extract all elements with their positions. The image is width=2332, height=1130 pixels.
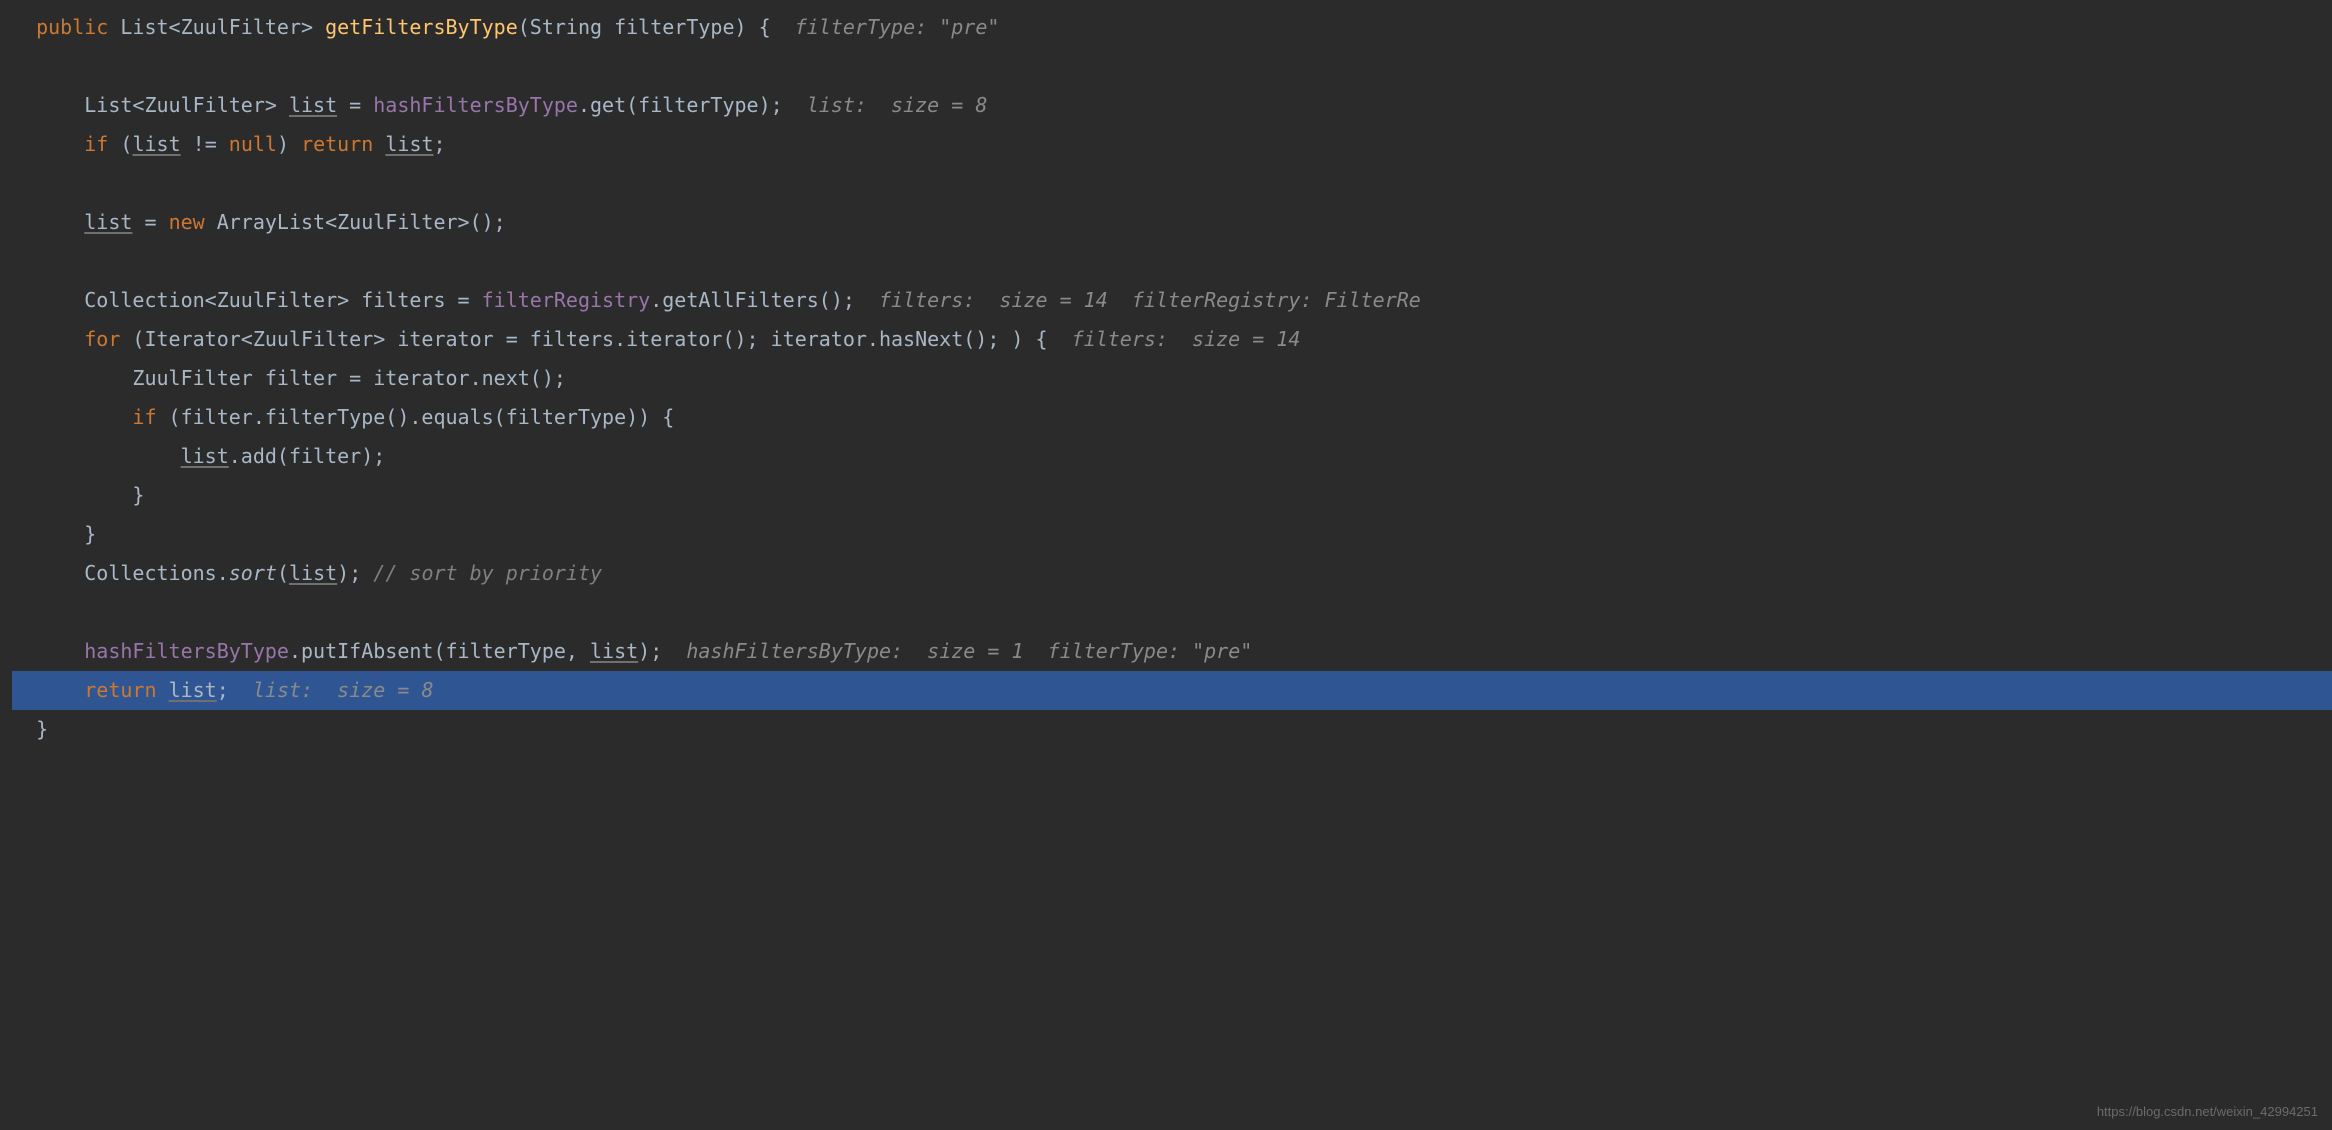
- code-text: [36, 632, 84, 671]
- variable: list: [590, 632, 638, 671]
- code-text: (String filterType) {: [518, 8, 771, 47]
- code-text: [36, 671, 84, 710]
- code-text: [36, 476, 132, 515]
- code-text: ;: [434, 125, 446, 164]
- variable: list: [289, 86, 337, 125]
- code-line[interactable]: }: [12, 515, 2332, 554]
- variable: list: [385, 125, 433, 164]
- code-line-empty[interactable]: [12, 593, 2332, 632]
- variable: list: [169, 671, 217, 710]
- keyword-null: null: [229, 125, 277, 164]
- keyword-new: new: [169, 203, 205, 242]
- variable: list: [289, 554, 337, 593]
- code-line[interactable]: public List<ZuulFilter> getFiltersByType…: [12, 8, 2332, 47]
- code-line[interactable]: }: [12, 476, 2332, 515]
- code-text: }: [132, 476, 144, 515]
- code-text: );: [638, 632, 662, 671]
- code-text: [36, 359, 132, 398]
- code-text: List<ZuulFilter>: [108, 8, 325, 47]
- inline-hint: list: size = 8: [229, 671, 434, 710]
- code-text: [36, 398, 132, 437]
- code-line[interactable]: }: [12, 710, 2332, 749]
- code-text: Collections.: [84, 554, 229, 593]
- inline-hint: filterType: "pre": [771, 8, 1000, 47]
- variable: list: [132, 125, 180, 164]
- code-text: .add(filter);: [229, 437, 386, 476]
- field-ref: hashFiltersByType: [373, 86, 578, 125]
- code-text: [157, 671, 169, 710]
- code-editor[interactable]: public List<ZuulFilter> getFiltersByType…: [0, 0, 2332, 749]
- code-text: .get(filterType);: [578, 86, 783, 125]
- code-line-highlighted[interactable]: return list; list: size = 8: [12, 671, 2332, 710]
- code-line[interactable]: List<ZuulFilter> list = hashFiltersByTyp…: [12, 86, 2332, 125]
- keyword-if: if: [84, 125, 108, 164]
- code-text: .putIfAbsent(filterType,: [289, 632, 590, 671]
- code-text: (filter.filterType().equals(filterType))…: [157, 398, 675, 437]
- keyword-return: return: [84, 671, 156, 710]
- code-text: .getAllFilters();: [650, 281, 855, 320]
- code-text: (: [277, 554, 289, 593]
- keyword-if: if: [132, 398, 156, 437]
- code-line[interactable]: for (Iterator<ZuulFilter> iterator = fil…: [12, 320, 2332, 359]
- variable: list: [84, 203, 132, 242]
- code-text: !=: [181, 125, 229, 164]
- static-method: sort: [229, 554, 277, 593]
- keyword-for: for: [84, 320, 120, 359]
- method-name: getFiltersByType: [325, 8, 518, 47]
- code-text: =: [337, 86, 373, 125]
- code-line-empty[interactable]: [12, 164, 2332, 203]
- code-line[interactable]: hashFiltersByType.putIfAbsent(filterType…: [12, 632, 2332, 671]
- code-text: [36, 437, 181, 476]
- field-ref: hashFiltersByType: [84, 632, 289, 671]
- code-text: [36, 554, 84, 593]
- code-line-empty[interactable]: [12, 242, 2332, 281]
- field-ref: filterRegistry: [482, 281, 651, 320]
- code-text: [36, 515, 84, 554]
- code-text: }: [84, 515, 96, 554]
- code-text: [36, 281, 84, 320]
- keyword-public: public: [36, 8, 108, 47]
- code-line[interactable]: if (filter.filterType().equals(filterTyp…: [12, 398, 2332, 437]
- code-text: ): [277, 125, 301, 164]
- code-text: ArrayList<ZuulFilter>();: [205, 203, 506, 242]
- keyword-return: return: [301, 125, 373, 164]
- code-text: [36, 86, 84, 125]
- code-line[interactable]: if (list != null) return list;: [12, 125, 2332, 164]
- inline-hint: list: size = 8: [783, 86, 988, 125]
- code-text: [373, 125, 385, 164]
- inline-hint: hashFiltersByType: size = 1 filterType: …: [662, 632, 1252, 671]
- code-text: ;: [217, 671, 229, 710]
- code-text: );: [337, 554, 373, 593]
- code-text: [36, 320, 84, 359]
- code-text: [36, 125, 84, 164]
- code-text: Collection<ZuulFilter> filters =: [84, 281, 481, 320]
- code-line[interactable]: list = new ArrayList<ZuulFilter>();: [12, 203, 2332, 242]
- code-line[interactable]: Collection<ZuulFilter> filters = filterR…: [12, 281, 2332, 320]
- code-text: =: [132, 203, 168, 242]
- inline-hint: filters: size = 14: [1048, 320, 1301, 359]
- code-text: (: [108, 125, 132, 164]
- code-line[interactable]: ZuulFilter filter = iterator.next();: [12, 359, 2332, 398]
- code-text: [36, 203, 84, 242]
- variable: list: [181, 437, 229, 476]
- comment: // sort by priority: [373, 554, 602, 593]
- code-text: }: [36, 710, 48, 749]
- code-text: (Iterator<ZuulFilter> iterator = filters…: [120, 320, 1047, 359]
- code-line[interactable]: Collections.sort(list); // sort by prior…: [12, 554, 2332, 593]
- watermark-text: https://blog.csdn.net/weixin_42994251: [2097, 1099, 2318, 1124]
- code-line-empty[interactable]: [12, 47, 2332, 86]
- inline-hint: filters: size = 14 filterRegistry: Filte…: [855, 281, 1421, 320]
- code-text: List<ZuulFilter>: [84, 86, 289, 125]
- code-text: ZuulFilter filter = iterator.next();: [132, 359, 565, 398]
- code-line[interactable]: list.add(filter);: [12, 437, 2332, 476]
